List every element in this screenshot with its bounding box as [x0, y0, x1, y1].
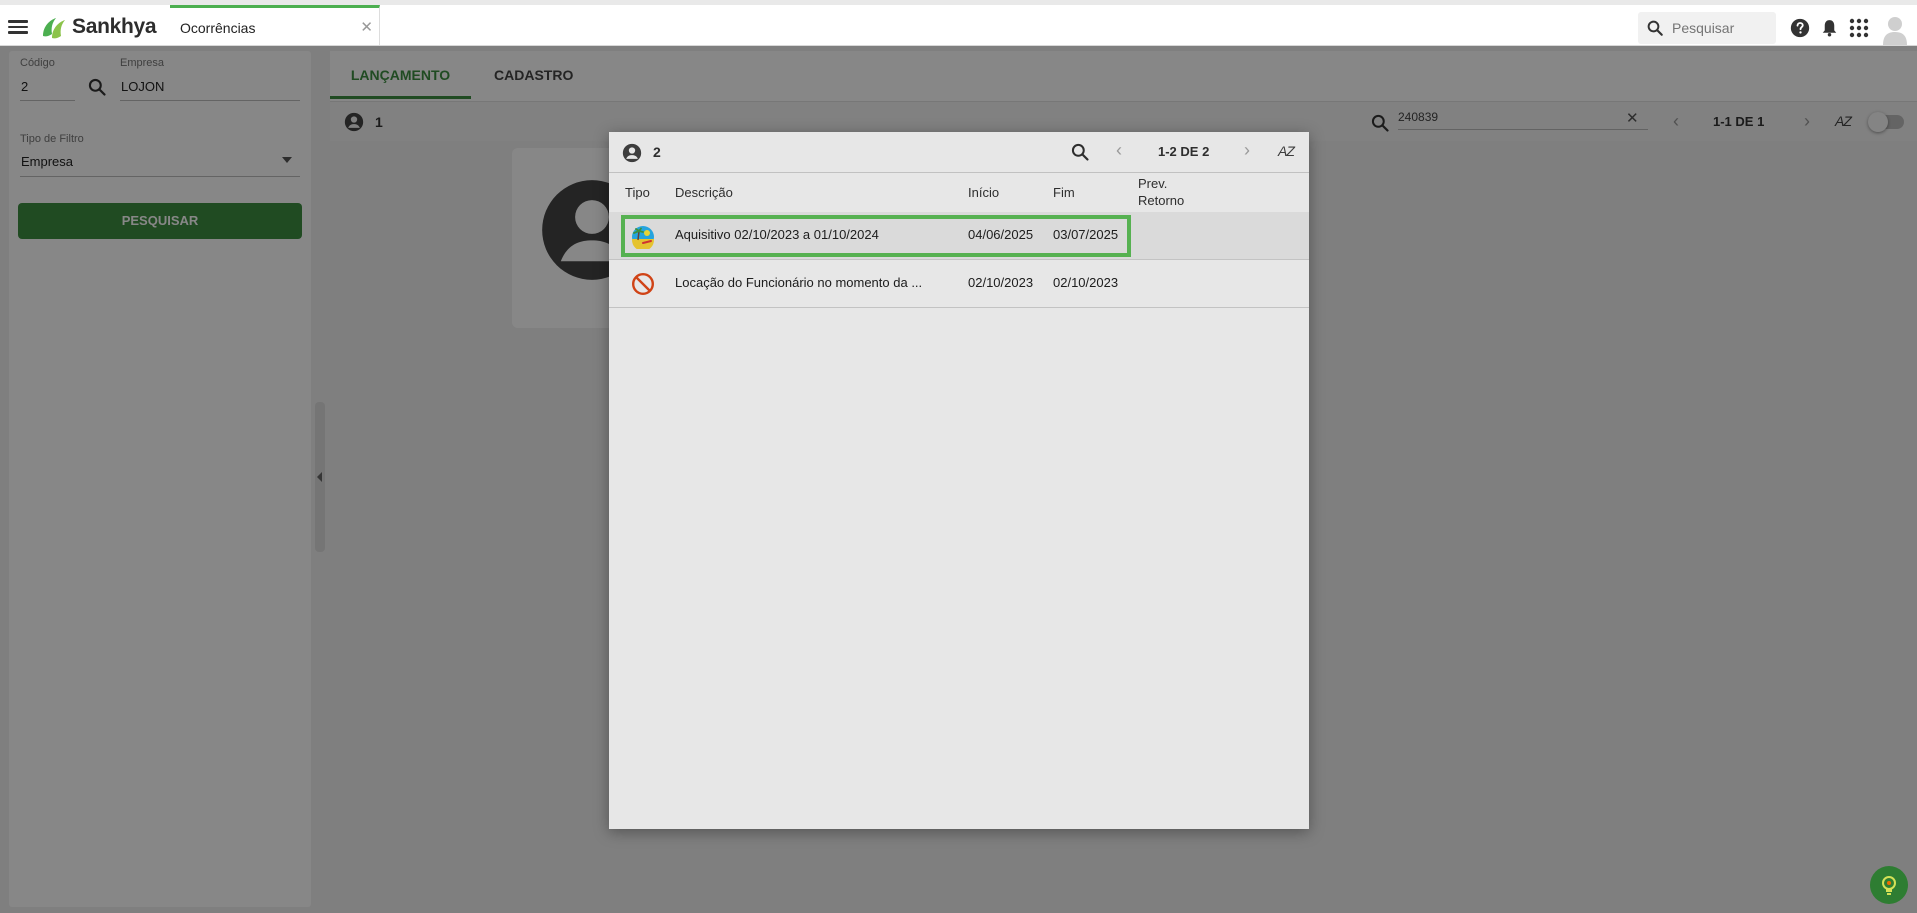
chevron-right-icon[interactable]: ›	[1244, 140, 1250, 161]
selection-highlight	[621, 215, 1131, 257]
row-fim: 02/10/2023	[1053, 275, 1119, 290]
bell-icon[interactable]	[1820, 18, 1839, 38]
row-descricao: Locação do Funcionário no momento da ...	[675, 275, 923, 290]
global-search-input[interactable]	[1672, 18, 1768, 38]
tab-ocorrencias[interactable]: Ocorrências ✕	[170, 5, 380, 45]
col-prev-retorno-line2: Retorno	[1138, 193, 1185, 208]
search-icon	[1647, 20, 1663, 36]
help-icon[interactable]	[1790, 18, 1810, 38]
brand-name: Sankhya	[72, 15, 157, 38]
table-row[interactable]: Locação do Funcionário no momento da ...…	[609, 260, 1309, 308]
chevron-left-icon[interactable]: ‹	[1116, 140, 1122, 161]
close-icon[interactable]: ✕	[360, 18, 373, 36]
assistant-button[interactable]	[1870, 866, 1908, 904]
occurrences-dialog: 2 ‹ 1-2 DE 2 › AZ Tipo Descrição Início …	[609, 132, 1309, 829]
prohibited-icon	[631, 272, 655, 296]
sort-az-icon[interactable]: AZ	[1278, 143, 1295, 159]
col-fim[interactable]: Fim	[1053, 184, 1075, 201]
col-prev-retorno-line1: Prev.	[1138, 176, 1168, 191]
table-row[interactable]: Aquisitivo 02/10/2023 a 01/10/2024 04/06…	[609, 212, 1309, 260]
dialog-pagination: 1-2 DE 2	[1158, 144, 1210, 159]
avatar[interactable]	[1882, 15, 1908, 45]
col-prev-retorno[interactable]: Prev. Retorno	[1138, 175, 1184, 209]
col-tipo[interactable]: Tipo	[625, 184, 650, 201]
account-circle-icon	[622, 143, 642, 163]
logo[interactable]: Sankhya	[40, 13, 157, 41]
col-inicio[interactable]: Início	[968, 184, 999, 201]
search-icon[interactable]	[1070, 142, 1090, 162]
row-inicio: 02/10/2023	[968, 275, 1034, 290]
tab-ocorrencias-label: Ocorrências	[180, 20, 256, 36]
global-search[interactable]	[1638, 12, 1776, 44]
sankhya-logo-icon	[43, 18, 65, 39]
dialog-count: 2	[653, 144, 661, 160]
menu-icon[interactable]	[8, 17, 30, 35]
apps-grid-icon[interactable]	[1849, 18, 1869, 38]
top-bar: Sankhya Ocorrências ✕	[0, 0, 1917, 46]
col-descricao[interactable]: Descrição	[675, 184, 733, 201]
dialog-toolbar: 2 ‹ 1-2 DE 2 › AZ	[609, 132, 1309, 173]
lightbulb-icon	[1882, 876, 1896, 895]
